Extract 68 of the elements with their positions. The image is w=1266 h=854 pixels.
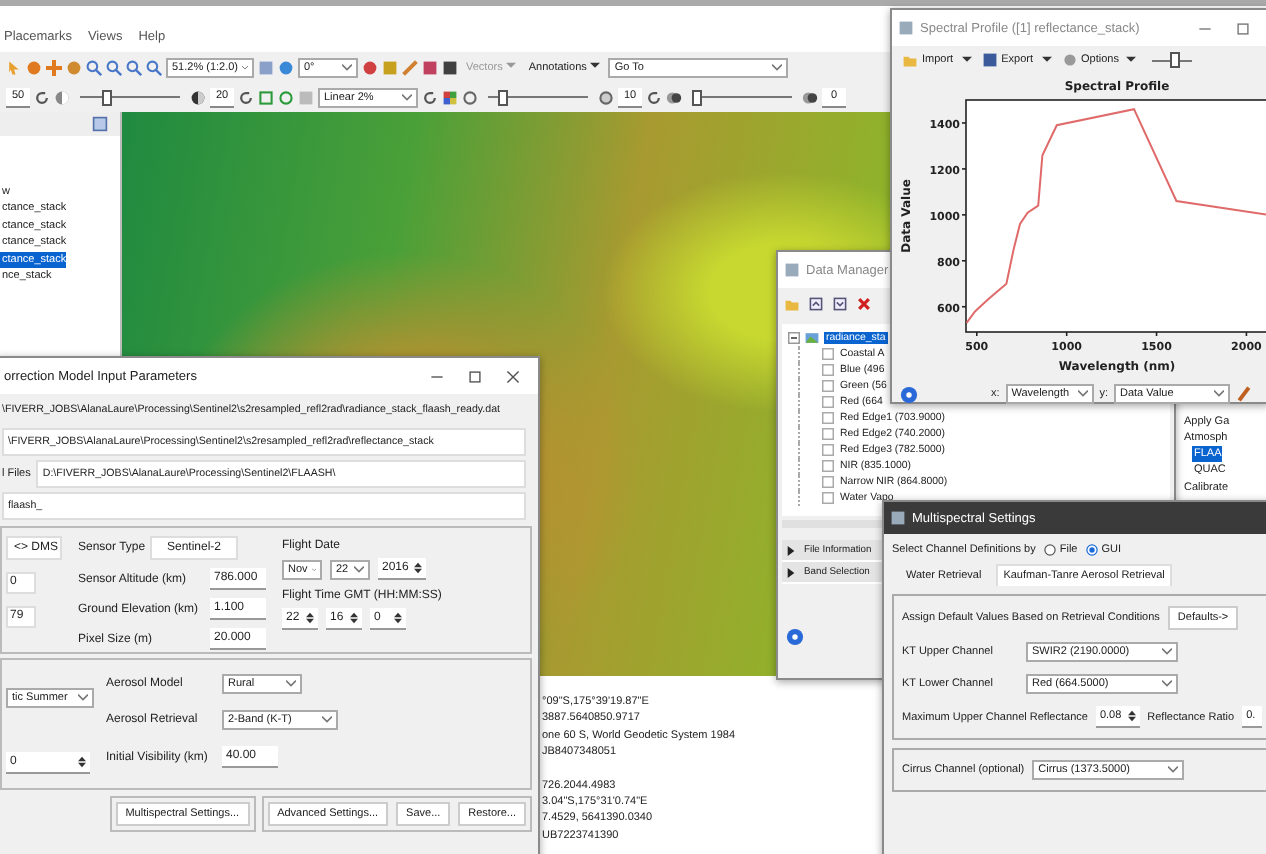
checkbox[interactable] [822,476,834,488]
color-table-icon[interactable] [442,89,458,105]
checkbox[interactable] [822,412,834,424]
caret-icon [1077,390,1088,398]
spinner-arrows-icon [78,756,86,768]
caret-icon [342,63,352,71]
contrast-icon [190,89,206,105]
maximize-icon[interactable] [468,369,482,383]
checkbox[interactable] [822,348,834,360]
caret-icon [772,63,783,71]
help-icon[interactable] [900,385,918,403]
refresh-icon[interactable] [646,89,662,105]
caret-icon [961,56,972,64]
spinner-arrows-icon [306,612,314,624]
spinner-arrows-icon [1127,710,1136,722]
checkbox[interactable] [822,396,834,408]
caret-icon [286,680,296,688]
caret-icon [1162,680,1172,688]
caret-icon [1041,56,1051,64]
caret-icon [1214,390,1224,398]
tree-toggle-icon[interactable] [788,331,800,343]
checkbox[interactable] [822,460,834,472]
refresh-icon[interactable] [34,89,50,105]
checkbox[interactable] [822,492,834,504]
app-icon [784,262,800,278]
zoom-fit-icon[interactable] [146,59,162,75]
spinner-arrows-icon [350,612,358,624]
checkbox[interactable] [822,428,834,440]
panel-icon[interactable] [92,116,108,132]
zoom-in-icon[interactable] [106,59,122,75]
checkbox[interactable] [822,364,834,376]
refresh-icon[interactable] [422,89,438,105]
app-icon [890,510,906,526]
spinner-arrows-icon [394,612,402,624]
spinner-arrows-icon [414,562,423,574]
pencil-icon[interactable] [1236,386,1252,402]
move-icon[interactable] [46,59,62,75]
caret-icon [402,93,412,101]
close-icon[interactable] [506,369,520,383]
caret-icon [354,565,364,573]
contrast-icon [54,89,70,105]
raster-icon [804,329,820,345]
maximize-icon[interactable] [1236,21,1250,35]
refresh-icon[interactable] [238,89,254,105]
caret-icon [1126,56,1137,64]
caret-icon [506,61,517,69]
app-icon [898,20,914,36]
square-select-icon[interactable] [258,89,274,105]
checkbox[interactable] [822,444,834,456]
transparency-icon [802,89,818,105]
caret-icon [78,694,88,702]
close-icon[interactable] [856,296,872,312]
collapse-icon[interactable] [808,296,824,312]
zoom-icon[interactable] [86,59,102,75]
help-icon[interactable] [786,628,804,646]
zoom-out-icon[interactable] [126,59,142,75]
sharpen-icon [598,89,614,105]
transparency-icon [666,89,682,105]
sharpen-icon [462,89,478,105]
circle-select-icon[interactable] [278,89,294,105]
expand-icon[interactable] [832,296,848,312]
checkbox[interactable] [822,380,834,392]
pencil-icon[interactable] [402,59,418,75]
caret-icon [1162,648,1172,656]
caret-icon [322,716,332,724]
pointer-icon[interactable] [6,59,22,75]
caret-icon [1168,766,1179,774]
caret-icon [590,61,601,69]
